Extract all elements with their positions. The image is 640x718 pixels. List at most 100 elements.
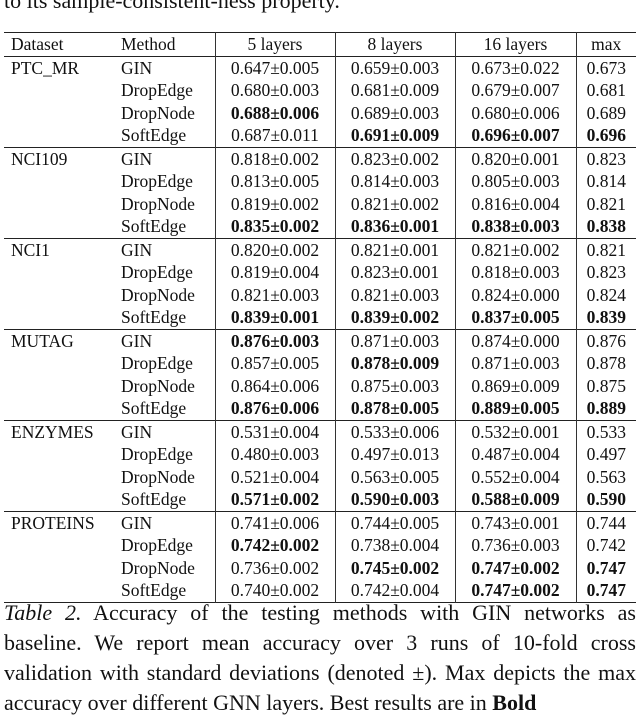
accuracy-cell-l5: 0.819±0.002	[214, 192, 335, 215]
method-cell: DropEdge	[121, 171, 193, 191]
dataset-cell: NCI109	[11, 148, 68, 169]
table-caption: Table 2. Accuracy of the testing methods…	[4, 598, 636, 718]
dataset-group: PROTEINS GIN 0.741±0.006 0.744±0.005 0.743±0…	[4, 511, 636, 602]
table-row: SoftEdge 0.571±0.002 0.590±0.003 0.588±0.00…	[4, 488, 636, 511]
method-cell: DropNode	[121, 557, 195, 578]
dataset-cell	[4, 375, 115, 398]
max-cell: 0.823	[575, 261, 636, 284]
dataset-cell	[4, 102, 115, 125]
accuracy-cell-l8: 0.689±0.003	[334, 101, 455, 124]
method-cell: DropEdge	[121, 80, 193, 100]
header-row: Dataset Method 5 layers 8 layers 16 laye…	[4, 32, 636, 56]
method-cell: SoftEdge	[121, 216, 187, 236]
accuracy-cell-l5: 0.820±0.002	[214, 238, 335, 261]
table-row: SoftEdge 0.839±0.001 0.839±0.002 0.837±0.00…	[4, 306, 636, 329]
accuracy-cell-l8: 0.823±0.002	[334, 147, 455, 170]
table-row: DropNode 0.864±0.006 0.875±0.003 0.869±0.00…	[4, 374, 636, 398]
accuracy-cell-l8: 0.590±0.003	[334, 488, 455, 511]
dataset-cell	[4, 557, 115, 580]
method-cell: DropEdge	[121, 262, 193, 282]
accuracy-cell-l16: 0.588±0.009	[454, 488, 576, 511]
header-16-layers: 16 layers	[454, 32, 576, 56]
table-row: NCI1 GIN 0.820±0.002 0.821±0.001 0.821±0.002…	[4, 238, 636, 261]
dataset-cell: ENZYMES	[11, 421, 94, 442]
accuracy-cell-l8: 0.836±0.001	[334, 215, 455, 238]
max-cell: 0.497	[575, 443, 636, 466]
table-row: SoftEdge 0.835±0.002 0.836±0.001 0.838±0.00…	[4, 215, 636, 238]
table-row: SoftEdge 0.687±0.011 0.691±0.009 0.696±0.00…	[4, 124, 636, 147]
accuracy-cell-l5: 0.821±0.003	[214, 283, 335, 306]
dataset-cell	[4, 261, 115, 284]
table-row: DropNode 0.736±0.002 0.745±0.002 0.747±0.00…	[4, 556, 636, 580]
table-row: DropEdge 0.813±0.005 0.814±0.003 0.805±0.00…	[4, 170, 636, 193]
accuracy-cell-l8: 0.875±0.003	[334, 374, 455, 397]
method-cell: GIN	[121, 239, 153, 260]
accuracy-cell-l16: 0.820±0.001	[454, 147, 576, 170]
max-cell: 0.821	[575, 192, 636, 215]
accuracy-cell-l5: 0.480±0.003	[214, 443, 335, 466]
accuracy-cell-l8: 0.878±0.005	[334, 397, 455, 420]
accuracy-cell-l8: 0.814±0.003	[334, 170, 455, 193]
accuracy-cell-l5: 0.857±0.005	[214, 352, 335, 375]
accuracy-cell-l5: 0.680±0.003	[214, 79, 335, 102]
accuracy-cell-l16: 0.679±0.007	[454, 79, 576, 102]
accuracy-cell-l8: 0.497±0.013	[334, 443, 455, 466]
accuracy-cell-l5: 0.521±0.004	[214, 465, 335, 488]
method-cell: GIN	[121, 421, 153, 442]
accuracy-cell-l5: 0.736±0.002	[214, 556, 335, 579]
dataset-cell	[4, 193, 115, 216]
table-row: DropNode 0.688±0.006 0.689±0.003 0.680±0.00…	[4, 101, 636, 125]
max-cell: 0.744	[575, 511, 636, 534]
max-cell: 0.839	[575, 306, 636, 329]
dataset-cell	[4, 397, 115, 420]
dataset-cell	[4, 215, 115, 238]
accuracy-cell-l16: 0.838±0.003	[454, 215, 576, 238]
dataset-cell	[4, 352, 115, 375]
max-cell: 0.563	[575, 465, 636, 488]
accuracy-cell-l5: 0.741±0.006	[214, 511, 335, 534]
method-cell: DropNode	[121, 375, 195, 396]
method-cell: SoftEdge	[121, 489, 187, 509]
accuracy-cell-l16: 0.736±0.003	[454, 534, 576, 557]
method-cell: SoftEdge	[121, 125, 187, 145]
max-cell: 0.673	[575, 56, 636, 79]
accuracy-cell-l5: 0.687±0.011	[214, 124, 335, 147]
caption-text: Accuracy of the testing methods with GIN…	[4, 600, 636, 715]
dataset-cell	[4, 79, 115, 102]
table-row: DropNode 0.821±0.003 0.821±0.003 0.824±0.00…	[4, 283, 636, 307]
table-row: DropNode 0.521±0.004 0.563±0.005 0.552±0.00…	[4, 465, 636, 488]
dataset-cell: PROTEINS	[11, 512, 95, 533]
dataset-cell	[4, 534, 115, 557]
header-max: max	[575, 32, 636, 56]
dataset-group: NCI1 GIN 0.820±0.002 0.821±0.001 0.821±0.002…	[4, 238, 636, 329]
max-cell: 0.824	[575, 283, 636, 306]
max-cell: 0.875	[575, 374, 636, 397]
accuracy-cell-l5: 0.688±0.006	[214, 101, 335, 124]
method-cell: GIN	[121, 148, 153, 169]
accuracy-cell-l8: 0.745±0.002	[334, 556, 455, 579]
method-cell: SoftEdge	[121, 398, 187, 418]
dataset-group: NCI109 GIN 0.818±0.002 0.823±0.002 0.820±0.0…	[4, 147, 636, 238]
max-cell: 0.889	[575, 397, 636, 420]
dataset-cell	[4, 284, 115, 307]
accuracy-cell-l8: 0.681±0.009	[334, 79, 455, 102]
accuracy-cell-l16: 0.818±0.003	[454, 261, 576, 284]
accuracy-cell-l16: 0.869±0.009	[454, 374, 576, 397]
accuracy-cell-l5: 0.835±0.002	[214, 215, 335, 238]
accuracy-cell-l8: 0.744±0.005	[334, 511, 455, 534]
accuracy-cell-l8: 0.871±0.003	[334, 329, 455, 352]
accuracy-cell-l16: 0.747±0.002	[454, 556, 576, 579]
max-cell: 0.689	[575, 101, 636, 124]
header-8-layers: 8 layers	[334, 32, 455, 56]
accuracy-cell-l8: 0.821±0.003	[334, 283, 455, 306]
method-cell: SoftEdge	[121, 307, 187, 327]
method-cell: DropNode	[121, 102, 195, 123]
table-row: DropEdge 0.819±0.004 0.823±0.001 0.818±0.00…	[4, 261, 636, 284]
method-cell: DropNode	[121, 284, 195, 305]
accuracy-cell-l16: 0.816±0.004	[454, 192, 576, 215]
table-row: DropNode 0.819±0.002 0.821±0.002 0.816±0.00…	[4, 192, 636, 216]
header-5-layers: 5 layers	[214, 32, 335, 56]
table-row: PTC_MR GIN 0.647±0.005 0.659±0.003 0.673±0.0…	[4, 56, 636, 79]
table-row: DropEdge 0.857±0.005 0.878±0.009 0.871±0.00…	[4, 352, 636, 375]
table-row: PROTEINS GIN 0.741±0.006 0.744±0.005 0.743±0…	[4, 511, 636, 534]
